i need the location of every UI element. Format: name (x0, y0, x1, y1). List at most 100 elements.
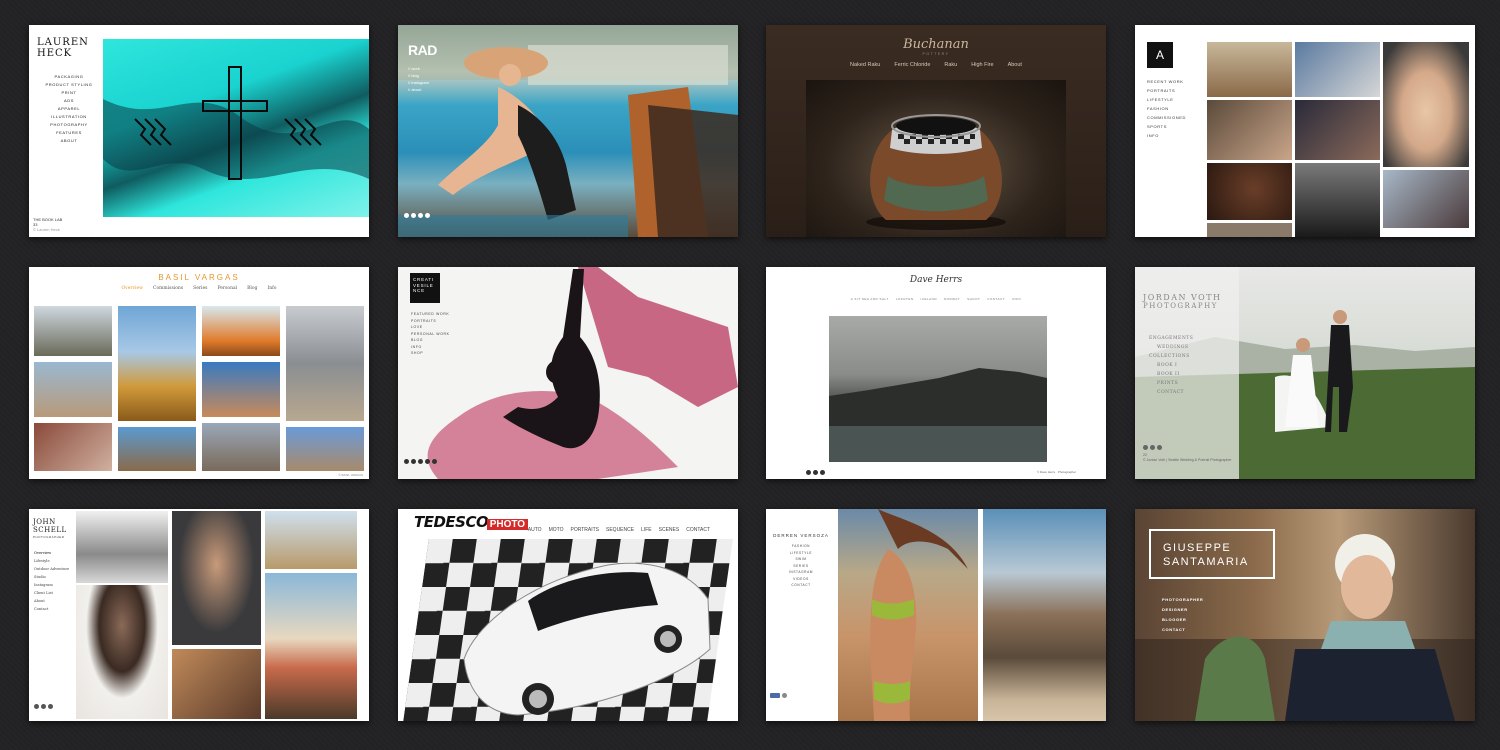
theme-card-lauren-heck[interactable]: LAUREN HECK Packaging Product Styling Pr… (29, 25, 369, 237)
hero-photo[interactable] (398, 25, 738, 237)
nav-item[interactable]: Product Styling (39, 81, 99, 89)
nav-item[interactable]: COLLECTIONS (1149, 352, 1193, 361)
theme-card-creative-silence[interactable]: CREATIVESILENCE Featured Work Portraits … (398, 267, 738, 479)
nav-item[interactable]: // blog (408, 72, 429, 79)
nav-item[interactable]: ENGAGEMENTS (1149, 334, 1193, 343)
gallery-thumb[interactable] (286, 306, 364, 421)
theme-card-tedesco[interactable]: TEDESCO PHOTO AUTO MOTO PORTRAITS SEQUEN… (398, 509, 738, 721)
theme-card-a-portfolio[interactable]: A Recent Work Portraits Lifestyle Fashio… (1135, 25, 1475, 237)
gallery-thumb[interactable] (76, 511, 168, 583)
nav-item[interactable]: Lofoten (896, 297, 914, 301)
social-icons[interactable] (770, 693, 787, 698)
nav-item[interactable]: // about (408, 86, 429, 93)
social-icons[interactable] (1143, 445, 1162, 450)
nav-item[interactable]: Contact (34, 605, 69, 613)
nav-item[interactable]: Recent Work (1147, 77, 1186, 86)
theme-card-buchanan[interactable]: Buchanan POTTERY Naked Raku Ferric Chlor… (766, 25, 1106, 237)
nav-item[interactable]: Photography (39, 121, 99, 129)
nav-item[interactable]: Illustration (39, 113, 99, 121)
nav-item[interactable]: Fashion (1147, 104, 1186, 113)
gallery-thumb[interactable] (76, 585, 168, 719)
hero-photo[interactable] (829, 316, 1047, 462)
gallery-thumb[interactable] (286, 427, 364, 471)
gallery-thumb[interactable] (118, 427, 196, 471)
gallery-thumb[interactable] (1207, 223, 1292, 237)
nav-item[interactable]: Contact (987, 297, 1005, 301)
nav-item[interactable]: PRINTS (1149, 379, 1193, 388)
gallery-thumb[interactable] (118, 306, 196, 421)
nav-item[interactable]: About (34, 597, 69, 605)
nav-item[interactable]: PHOTOGRAPHER (1162, 595, 1203, 605)
theme-card-jordan-voth[interactable]: JORDAN VOTH PHOTOGRAPHY ENGAGEMENTS WEDD… (1135, 267, 1475, 479)
gallery-thumb[interactable] (1295, 100, 1380, 160)
social-icons[interactable] (404, 213, 430, 218)
nav-item[interactable]: DESIGNER (1162, 605, 1203, 615)
nav-item[interactable]: WEDDINGS (1149, 343, 1193, 352)
theme-card-basil-vargas[interactable]: BASIL VARGAS Overview Commissions Series… (29, 267, 369, 479)
gallery-thumb[interactable] (1295, 163, 1380, 237)
gallery-thumb[interactable] (1207, 42, 1292, 97)
nav-item[interactable]: Contact (766, 582, 836, 589)
nav-item[interactable]: Info (1147, 131, 1186, 140)
nav-item[interactable]: Blog (247, 286, 257, 291)
theme-card-dave-herrs[interactable]: Dave Herrs A Sit Sea and Salt Lofoten Ic… (766, 267, 1106, 479)
nav-item[interactable]: Lifestyle (1147, 95, 1186, 104)
nav-item[interactable]: Info (267, 286, 276, 291)
nav-item[interactable]: Lifestyle (34, 557, 69, 565)
nav-item[interactable]: CONTACT (1162, 625, 1203, 635)
nav-item[interactable]: Apparel (39, 105, 99, 113)
gallery-thumb[interactable] (34, 423, 112, 471)
nav-item[interactable]: Packaging (39, 73, 99, 81)
gallery-thumb[interactable] (1295, 42, 1380, 97)
gallery-thumb[interactable] (265, 511, 357, 569)
nav-item[interactable]: Print (39, 89, 99, 97)
nav-item[interactable]: Personal (217, 286, 237, 291)
gallery-thumb[interactable] (34, 306, 112, 356)
nav-item[interactable]: Commissioned (1147, 113, 1186, 122)
nav-item[interactable]: Commissions (153, 286, 183, 291)
social-icons[interactable] (34, 704, 53, 709)
nav-item[interactable]: Shop (411, 350, 450, 357)
gallery-thumb[interactable] (202, 306, 280, 356)
gallery-thumb[interactable] (202, 362, 280, 417)
hero-artwork[interactable] (103, 39, 369, 217)
nav-item[interactable]: CONTACT (1149, 388, 1193, 397)
gallery-photo[interactable] (983, 509, 1106, 721)
social-icons[interactable] (806, 470, 825, 475)
nav-item[interactable]: Portraits (1147, 86, 1186, 95)
gallery-thumb[interactable] (1207, 163, 1292, 220)
nav-item[interactable]: BOOK I (1149, 361, 1193, 370)
nav-item[interactable]: Ads (39, 97, 99, 105)
nav-item[interactable]: Naked Raku (850, 62, 880, 68)
nav-item[interactable]: About (39, 137, 99, 145)
nav-item[interactable]: Series (193, 286, 207, 291)
hero-photo[interactable] (806, 80, 1066, 237)
social-icons[interactable] (404, 459, 437, 464)
gallery-thumb[interactable] (172, 511, 261, 645)
nav-item[interactable]: Raku (944, 62, 957, 68)
gallery-thumb[interactable] (265, 573, 357, 719)
gallery-thumb[interactable] (1383, 42, 1469, 167)
nav-item[interactable]: About (1008, 62, 1022, 68)
nav-item[interactable]: BOOK II (1149, 370, 1193, 379)
nav-item[interactable]: Ferric Chloride (894, 62, 930, 68)
nav-item[interactable]: Sports (1147, 122, 1186, 131)
gallery-thumb[interactable] (202, 423, 280, 471)
gallery-thumb[interactable] (172, 649, 261, 719)
nav-item[interactable]: Instagram (34, 581, 69, 589)
hero-photo[interactable] (398, 267, 738, 479)
gallery-photo[interactable] (838, 509, 978, 721)
nav-item[interactable]: Overview (34, 549, 69, 557)
nav-item[interactable]: Shoot (967, 297, 980, 301)
theme-card-rad[interactable]: RAD // work // blog // instagram // abou… (398, 25, 738, 237)
gallery-thumb[interactable] (1383, 170, 1469, 228)
nav-item[interactable]: Iceland (920, 297, 937, 301)
nav-item[interactable]: Features (39, 129, 99, 137)
nav-item[interactable]: // instagram (408, 79, 429, 86)
nav-item[interactable]: Client List (34, 589, 69, 597)
gallery-thumb[interactable] (1207, 100, 1292, 160)
nav-item[interactable]: Overview (121, 286, 143, 291)
nav-item[interactable]: Norway (944, 297, 960, 301)
nav-item[interactable]: // work (408, 65, 429, 72)
nav-item[interactable]: High Fire (971, 62, 993, 68)
